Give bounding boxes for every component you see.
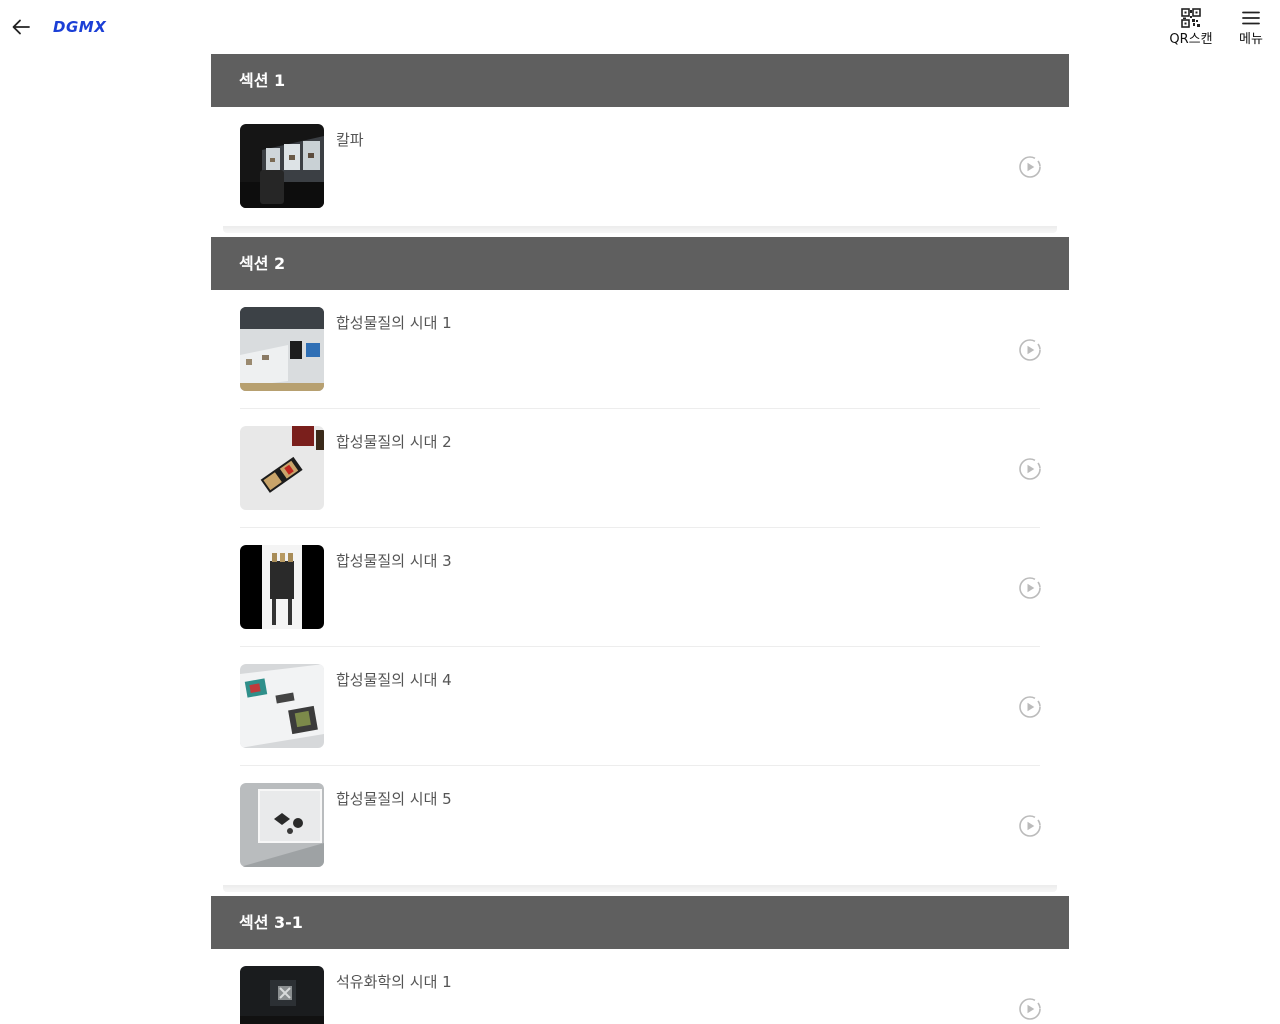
list-item[interactable]: 합성물질의 시대 3 bbox=[240, 528, 1042, 647]
play-icon[interactable] bbox=[1018, 576, 1042, 600]
item-title: 석유화학의 시대 1 bbox=[336, 973, 452, 991]
list-item[interactable]: 합성물질의 시대 2 bbox=[240, 409, 1042, 528]
section-header: 섹션 1 bbox=[211, 54, 1069, 107]
list-item[interactable]: 칼파 bbox=[240, 107, 1042, 226]
item-thumbnail bbox=[240, 124, 324, 208]
section-body: 칼파 bbox=[211, 107, 1069, 226]
section-divider bbox=[211, 885, 1069, 896]
play-icon[interactable] bbox=[1018, 814, 1042, 838]
item-thumbnail bbox=[240, 664, 324, 748]
section-body: 석유화학의 시대 1 bbox=[211, 949, 1069, 1024]
item-thumbnail bbox=[240, 966, 324, 1024]
qr-code-icon bbox=[1181, 8, 1201, 28]
section-body: 합성물질의 시대 1 합성물질의 시대 2 합성물질의 시대 3 합성물질의 시… bbox=[211, 290, 1069, 885]
qr-scan-button[interactable]: QR스캔 bbox=[1166, 8, 1216, 48]
item-thumbnail bbox=[240, 783, 324, 867]
list-item[interactable]: 합성물질의 시대 1 bbox=[240, 290, 1042, 409]
play-icon[interactable] bbox=[1018, 457, 1042, 481]
menu-button[interactable]: 메뉴 bbox=[1236, 8, 1266, 48]
section-header: 섹션 2 bbox=[211, 237, 1069, 290]
item-title: 합성물질의 시대 1 bbox=[336, 314, 452, 332]
play-icon[interactable] bbox=[1018, 338, 1042, 362]
item-title: 합성물질의 시대 4 bbox=[336, 671, 452, 689]
menu-label: 메뉴 bbox=[1239, 32, 1263, 47]
play-icon[interactable] bbox=[1018, 997, 1042, 1021]
item-title: 합성물질의 시대 5 bbox=[336, 790, 452, 808]
play-icon[interactable] bbox=[1018, 155, 1042, 179]
top-bar: DGMX QR스캔 메뉴 bbox=[0, 0, 1280, 54]
item-thumbnail bbox=[240, 426, 324, 510]
item-thumbnail bbox=[240, 545, 324, 629]
item-title: 합성물질의 시대 3 bbox=[336, 552, 452, 570]
section-list: 섹션 1 칼파 섹션 2 합성물질의 시대 1 합성물질의 시대 2 합성물질의… bbox=[211, 54, 1069, 1024]
back-arrow-icon[interactable] bbox=[10, 16, 32, 38]
item-title: 합성물질의 시대 2 bbox=[336, 433, 452, 451]
hamburger-menu-icon bbox=[1242, 11, 1260, 25]
logo[interactable]: DGMX bbox=[53, 17, 106, 37]
item-title: 칼파 bbox=[336, 131, 364, 149]
item-thumbnail bbox=[240, 307, 324, 391]
section-header: 섹션 3-1 bbox=[211, 896, 1069, 949]
section-divider bbox=[211, 226, 1069, 237]
list-item[interactable]: 합성물질의 시대 5 bbox=[240, 766, 1042, 885]
qr-scan-label: QR스캔 bbox=[1169, 32, 1213, 47]
list-item[interactable]: 합성물질의 시대 4 bbox=[240, 647, 1042, 766]
play-icon[interactable] bbox=[1018, 695, 1042, 719]
list-item[interactable]: 석유화학의 시대 1 bbox=[240, 949, 1042, 1024]
